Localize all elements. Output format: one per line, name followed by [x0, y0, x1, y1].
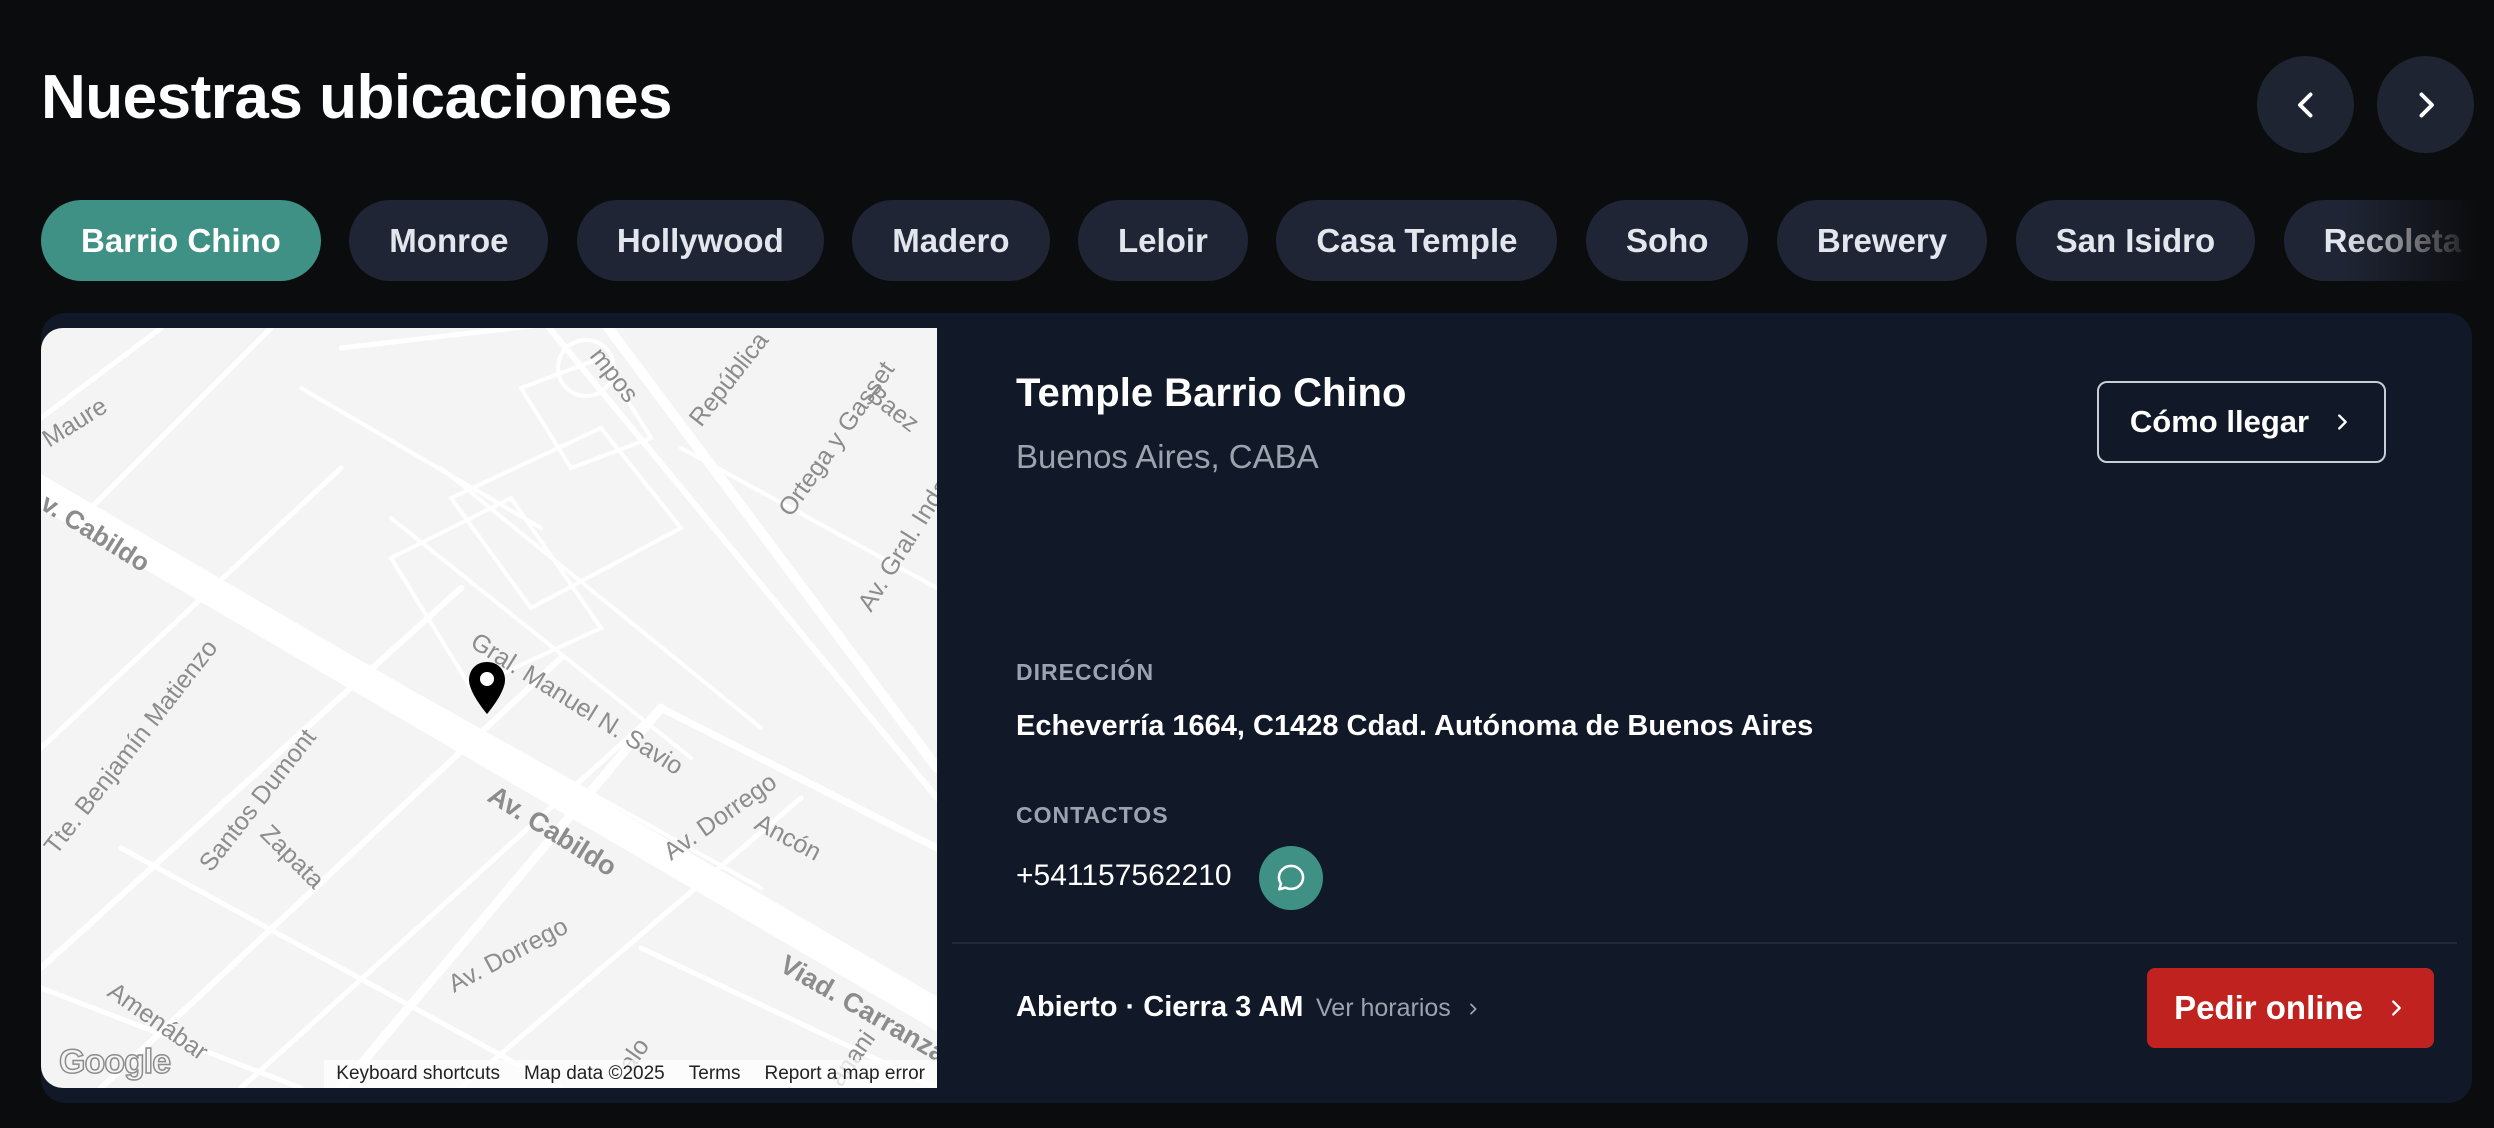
chevron-right-icon — [2338, 414, 2347, 430]
map-data-text: Map data ©2025 — [523, 1063, 665, 1084]
tab-casa-temple[interactable]: Casa Temple — [1276, 200, 1558, 281]
chevron-right-icon — [1469, 1002, 1477, 1015]
tab-madero[interactable]: Madero — [852, 200, 1050, 281]
terms-link[interactable]: Terms — [689, 1063, 741, 1085]
view-hours-link[interactable]: Ver horarios — [1316, 994, 1481, 1023]
tab-soho[interactable]: Soho — [1585, 200, 1749, 281]
location-city: Buenos Aires, CABA — [1016, 438, 1319, 475]
street-label-zapata: Zapata — [255, 819, 330, 894]
address-text: Echeverría 1664, C1428 Cdad. Autónoma de… — [1016, 710, 1814, 742]
location-tabs: Barrio Chino Monroe Hollywood Madero Lel… — [41, 200, 2494, 281]
chevron-left-icon — [2297, 92, 2312, 117]
opening-status: Abierto · Cierra 3 AM — [1016, 991, 1304, 1023]
tab-monroe[interactable]: Monroe — [349, 200, 549, 281]
location-map[interactable]: Maure v. Cabildo mpos República Ortega y… — [41, 328, 937, 1088]
directions-label: Cómo llegar — [2129, 404, 2310, 439]
map-footer: Keyboard shortcuts Map data ©2025 Terms … — [324, 1060, 937, 1088]
google-logo: Google — [58, 1042, 172, 1082]
report-map-error-link[interactable]: Report a map error — [764, 1063, 925, 1085]
location-info: Temple Barrio Chino Buenos Aires, CABA C… — [952, 313, 2472, 1103]
contacts-heading: CONTACTOS — [1016, 802, 1169, 828]
address-heading: DIRECCIÓN — [1016, 659, 1155, 685]
tab-brewery[interactable]: Brewery — [1776, 200, 1988, 281]
street-label-maure: Maure — [41, 392, 112, 453]
footer-divider — [952, 942, 2457, 944]
chat-bubble-icon — [1277, 864, 1305, 891]
street-label-republica: República — [684, 328, 775, 432]
view-hours-label: Ver horarios — [1316, 994, 1451, 1022]
previous-button[interactable] — [2257, 56, 2354, 153]
phone-number[interactable]: +541157562210 — [1016, 859, 1232, 893]
tab-recoleta[interactable]: Recoleta — [2283, 200, 2494, 281]
chevron-right-icon — [2391, 1000, 2401, 1016]
tab-hollywood[interactable]: Hollywood — [576, 200, 824, 281]
location-card: Maure v. Cabildo mpos República Ortega y… — [41, 313, 2472, 1103]
directions-button[interactable]: Cómo llegar — [2097, 381, 2386, 463]
street-label-dorrego-bottom: Av. Dorrego — [444, 912, 573, 998]
order-online-label: Pedir online — [2174, 989, 2363, 1026]
chevron-right-icon — [2419, 92, 2434, 117]
next-button[interactable] — [2377, 56, 2474, 153]
street-label-baez: Baez — [862, 381, 924, 438]
keyboard-shortcuts-link[interactable]: Keyboard shortcuts — [336, 1063, 500, 1085]
tab-san-isidro[interactable]: San Isidro — [2015, 200, 2256, 281]
street-label-ancon: Ancón — [750, 809, 826, 867]
street-label-campos: mpos — [584, 342, 644, 407]
order-online-button[interactable]: Pedir online — [2147, 968, 2434, 1048]
location-name: Temple Barrio Chino — [1016, 371, 1407, 415]
location-pin-icon[interactable] — [467, 660, 507, 716]
page-title: Nuestras ubicaciones — [41, 63, 672, 132]
tab-leloir[interactable]: Leloir — [1078, 200, 1248, 281]
tab-barrio-chino[interactable]: Barrio Chino — [41, 200, 321, 281]
street-label-gral-inda: Av. Gral. Inda — [852, 474, 937, 617]
whatsapp-button[interactable] — [1259, 846, 1323, 910]
